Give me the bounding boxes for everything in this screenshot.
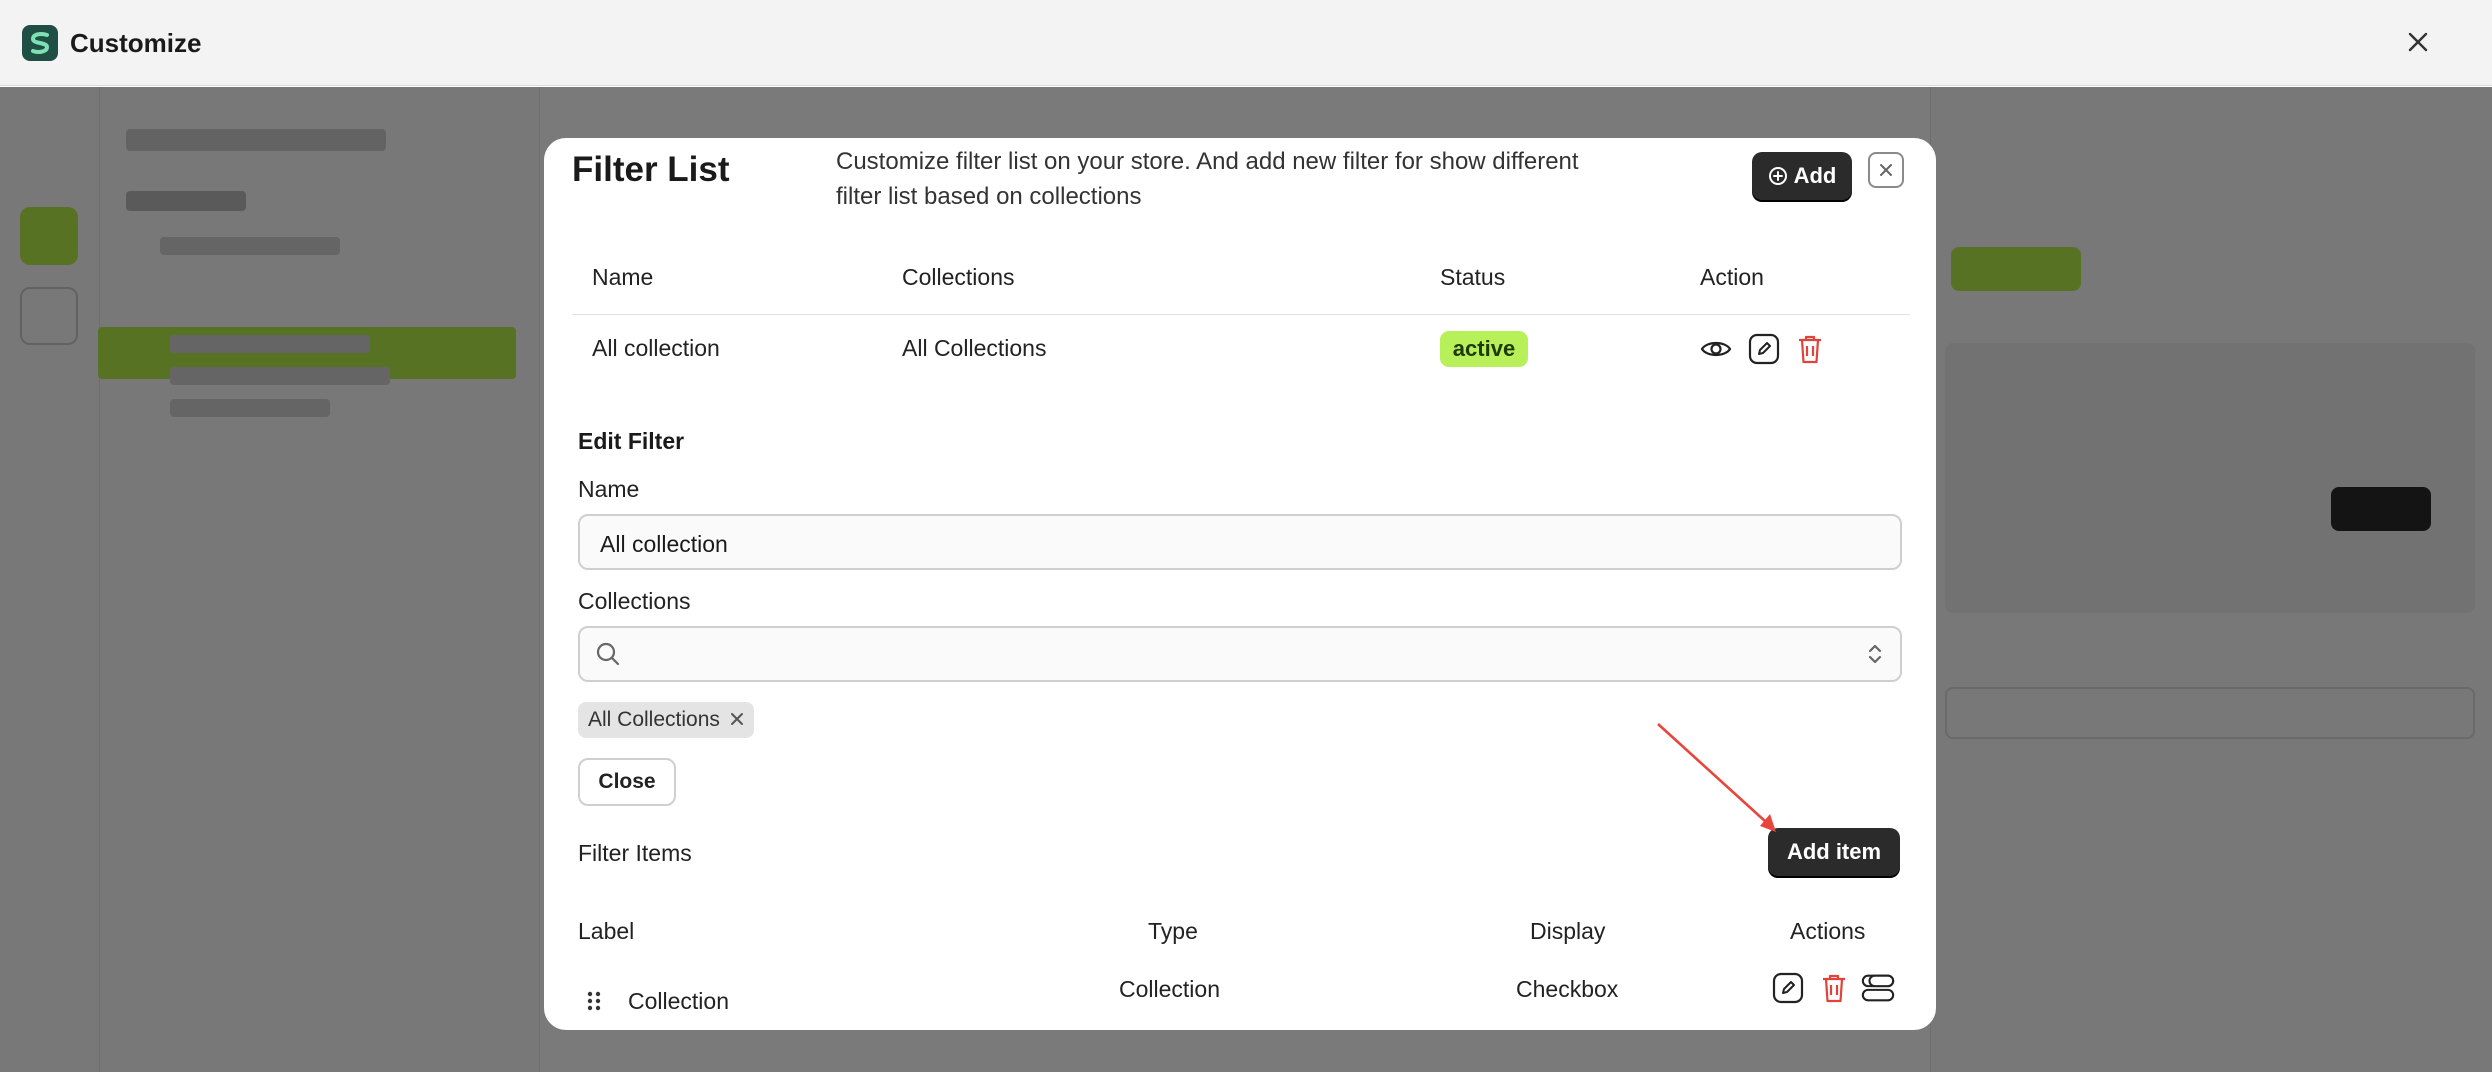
selected-collection-chip: All Collections xyxy=(578,702,754,738)
name-label: Name xyxy=(578,476,640,502)
filter-item-display: Checkbox xyxy=(1516,976,1619,1002)
column-header-actions: Actions xyxy=(1790,918,1866,944)
modal-close-icon[interactable] xyxy=(1868,152,1904,188)
chip-remove-icon[interactable] xyxy=(730,708,744,732)
column-header-collections: Collections xyxy=(902,264,1015,290)
column-header-status: Status xyxy=(1440,264,1506,290)
column-header-name: Name xyxy=(592,264,654,290)
trash-icon[interactable] xyxy=(1792,331,1828,367)
filter-items-title: Filter Items xyxy=(578,840,692,866)
column-header-action: Action xyxy=(1700,264,1764,290)
drag-handle-icon[interactable] xyxy=(586,990,602,1017)
status-badge: active xyxy=(1440,331,1528,367)
add-item-button[interactable]: Add item xyxy=(1768,828,1900,876)
eye-icon[interactable] xyxy=(1698,331,1734,367)
table-cell-name: All collection xyxy=(592,335,720,361)
name-input[interactable]: All collection xyxy=(578,514,1902,570)
search-icon xyxy=(594,640,622,673)
table-cell-collections: All Collections xyxy=(902,335,1047,361)
trash-icon[interactable] xyxy=(1816,970,1852,1006)
edit-icon[interactable] xyxy=(1746,331,1782,367)
edit-filter-title: Edit Filter xyxy=(578,428,685,454)
window-close-icon[interactable] xyxy=(2398,22,2438,62)
table-divider xyxy=(572,314,1910,315)
modal-title: Filter List xyxy=(572,150,730,189)
filter-item-label: Collection xyxy=(628,988,729,1014)
column-header-type: Type xyxy=(1148,918,1198,944)
close-button[interactable]: Close xyxy=(578,758,676,806)
chevron-updown-icon xyxy=(1866,640,1884,673)
collections-label: Collections xyxy=(578,588,691,614)
chip-label: All Collections xyxy=(588,708,720,731)
filter-list-modal: Filter List Customize filter list on you… xyxy=(544,138,1936,1030)
app-logo xyxy=(22,25,58,61)
name-input-value: All collection xyxy=(600,531,728,557)
edit-icon[interactable] xyxy=(1770,970,1806,1006)
modal-description: Customize filter list on your store. And… xyxy=(836,148,1579,210)
filter-item-type: Collection xyxy=(1119,976,1220,1002)
layout-toggle-icon[interactable] xyxy=(1860,970,1896,1006)
window-titlebar: Customize xyxy=(0,0,2492,86)
add-filter-button[interactable]: Add xyxy=(1752,152,1852,200)
plus-circle-icon xyxy=(1768,167,1787,185)
add-filter-button-label: Add xyxy=(1793,163,1837,188)
column-header-display: Display xyxy=(1530,918,1606,944)
collections-select[interactable] xyxy=(578,626,1902,682)
window-title: Customize xyxy=(70,28,202,58)
column-header-label: Label xyxy=(578,918,635,944)
